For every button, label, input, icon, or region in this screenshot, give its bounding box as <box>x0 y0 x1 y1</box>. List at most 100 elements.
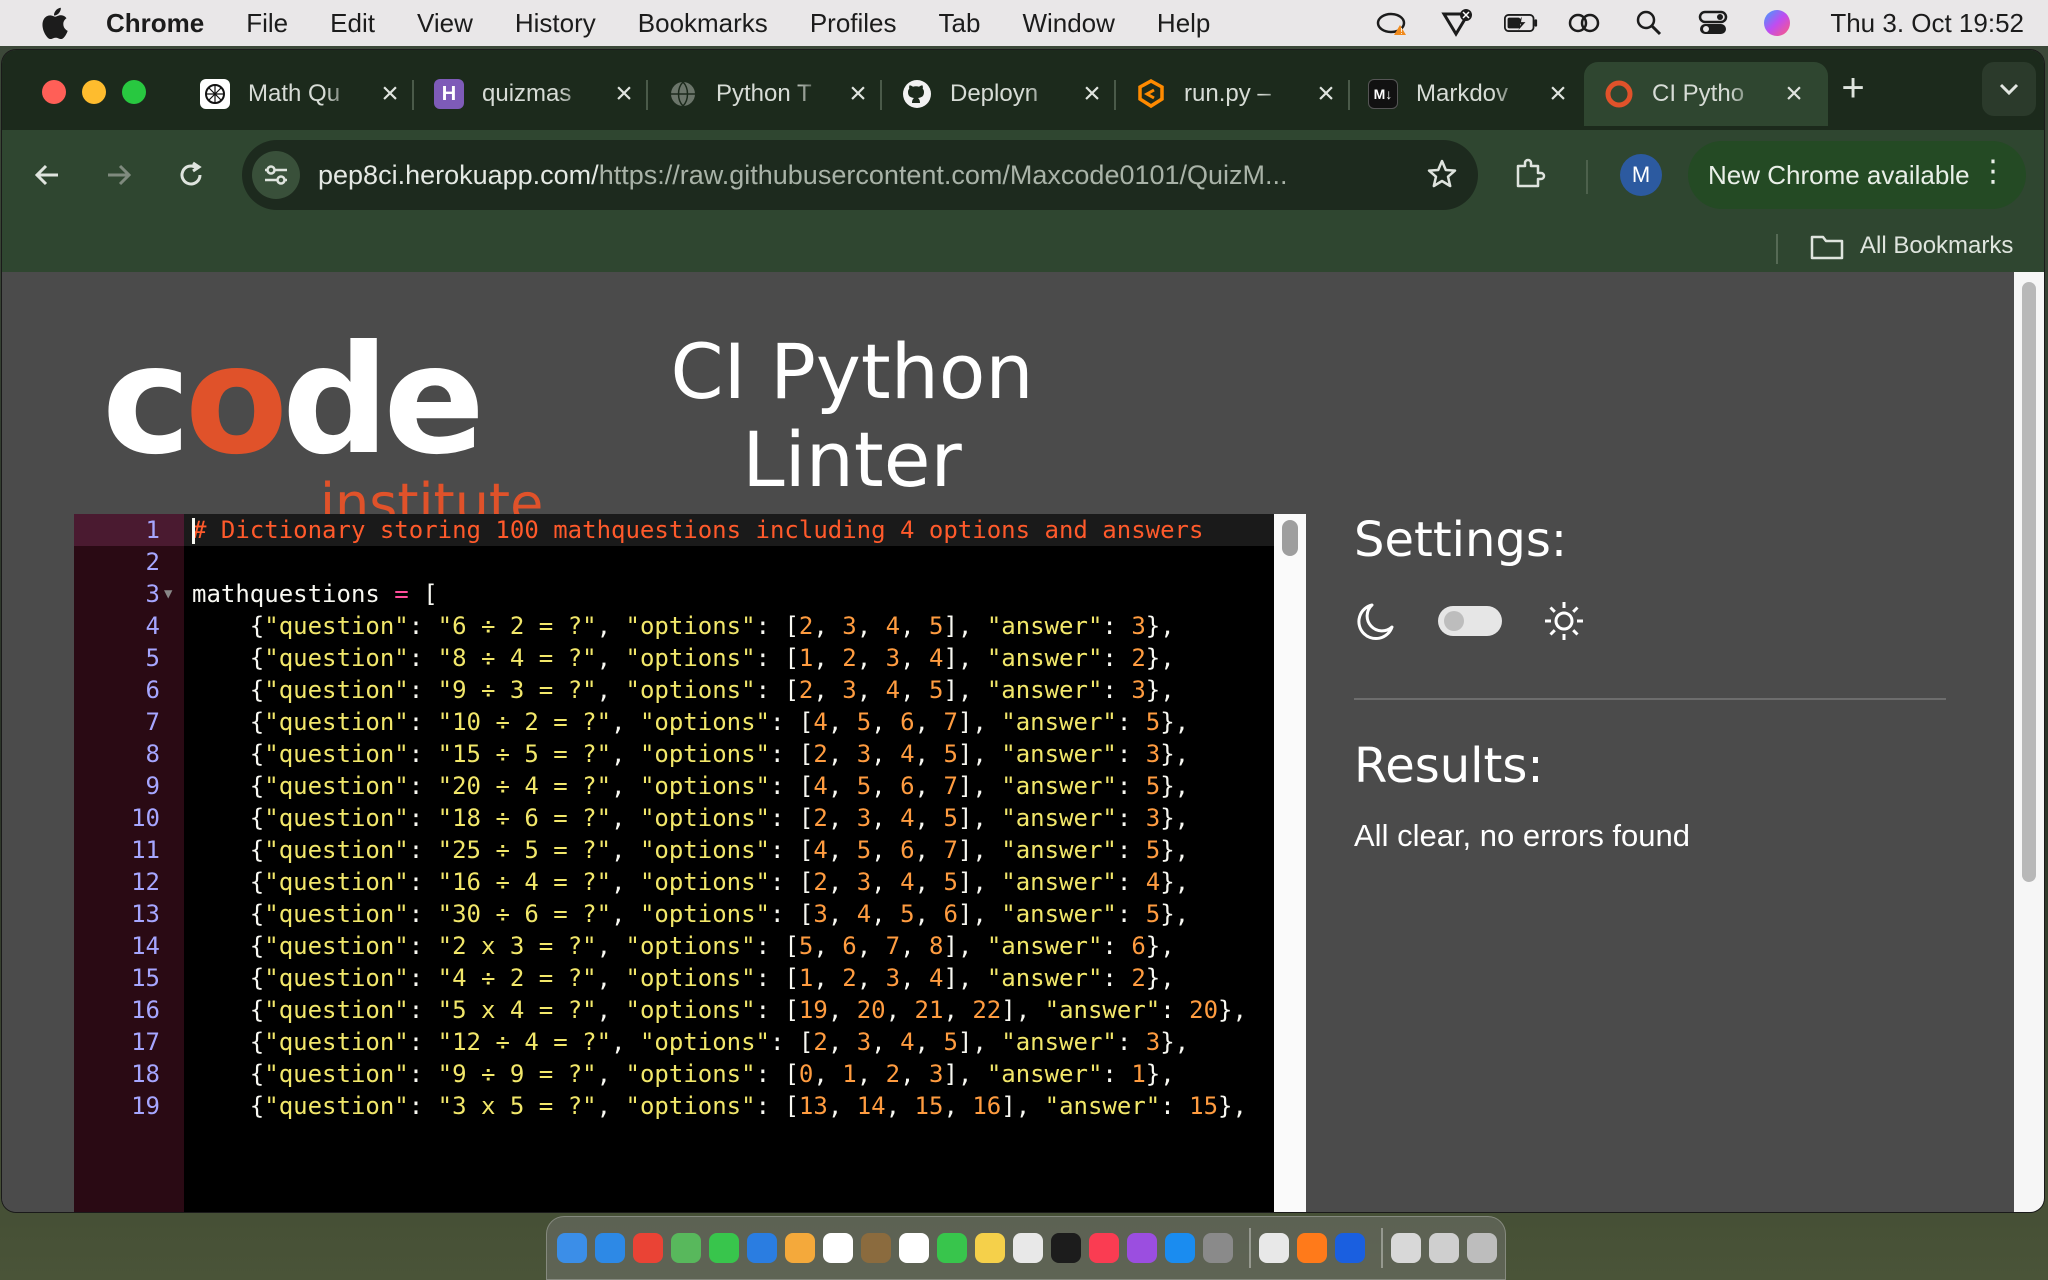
code-line[interactable]: 12 {"question": "16 ÷ 4 = ?", "options":… <box>74 866 1274 898</box>
code-line[interactable]: 3 ▼ mathquestions = [ <box>74 578 1274 610</box>
more-menu-icon[interactable]: ⋮ <box>1978 157 2008 187</box>
menu-history[interactable]: History <box>515 8 596 39</box>
tab-run-py[interactable]: run.py – × <box>1136 62 1340 126</box>
code-line[interactable]: 5 {"question": "8 ÷ 4 = ?", "options": [… <box>74 642 1274 674</box>
close-tab-icon[interactable]: × <box>1780 77 1808 111</box>
code-line[interactable]: 8 {"question": "15 ÷ 5 = ?", "options": … <box>74 738 1274 770</box>
safari-icon[interactable] <box>595 1233 625 1263</box>
menu-file[interactable]: File <box>246 8 288 39</box>
menu-bookmarks[interactable]: Bookmarks <box>638 8 768 39</box>
reminders-icon[interactable] <box>899 1233 929 1263</box>
trash-icon[interactable] <box>1467 1233 1497 1263</box>
close-tab-icon[interactable]: × <box>844 77 872 111</box>
close-tab-icon[interactable]: × <box>376 77 404 111</box>
firefox-icon[interactable] <box>1335 1233 1365 1263</box>
code-line[interactable]: 19 {"question": "3 x 5 = ?", "options": … <box>74 1090 1274 1122</box>
screenshots-icon[interactable] <box>1429 1233 1459 1263</box>
code-line[interactable]: 2 <box>74 546 1274 578</box>
profile-avatar[interactable]: M <box>1620 154 1662 196</box>
apple-icon[interactable] <box>40 7 76 39</box>
site-info-icon[interactable] <box>252 151 300 199</box>
editor-scroll-thumb[interactable] <box>1282 520 1298 556</box>
tab-python-tutorial[interactable]: Python T × <box>668 62 872 126</box>
podcasts-icon[interactable] <box>1127 1233 1157 1263</box>
menu-view[interactable]: View <box>417 8 473 39</box>
close-window-button[interactable] <box>42 80 66 104</box>
close-tab-icon[interactable]: × <box>1544 77 1572 111</box>
forward-button[interactable] <box>98 154 140 196</box>
code-line[interactable]: 1 # Dictionary storing 100 mathquestions … <box>74 514 1274 546</box>
app-store-icon[interactable] <box>1165 1233 1195 1263</box>
extensions-icon[interactable] <box>1512 156 1548 197</box>
music-icon[interactable] <box>1089 1233 1119 1263</box>
battery-icon[interactable] <box>1504 8 1538 38</box>
menubar-clock[interactable]: Thu 3. Oct 19:52 <box>1830 8 2024 39</box>
tab-markdown[interactable]: M↓ Markdov × <box>1368 62 1572 126</box>
sublime-icon[interactable] <box>1297 1233 1327 1263</box>
mail-icon[interactable] <box>747 1233 777 1263</box>
dark-mode-toggle[interactable] <box>1438 606 1502 636</box>
screen-mirroring-icon[interactable] <box>1568 8 1602 38</box>
calendar-icon[interactable] <box>823 1233 853 1263</box>
system-settings-icon[interactable] <box>1203 1233 1233 1263</box>
freeform-icon[interactable] <box>1013 1233 1043 1263</box>
update-chrome-button[interactable]: New Chrome available ⋮ <box>1688 141 2026 209</box>
back-button[interactable] <box>26 154 68 196</box>
menu-profiles[interactable]: Profiles <box>810 8 897 39</box>
code-line[interactable]: 10 {"question": "18 ÷ 6 = ?", "options":… <box>74 802 1274 834</box>
tab-math-quiz[interactable]: Math Qu × <box>200 62 404 126</box>
tab-deployment[interactable]: Deployn × <box>902 62 1106 126</box>
minimize-window-button[interactable] <box>82 80 106 104</box>
photos-icon[interactable] <box>785 1233 815 1263</box>
tab-search-button[interactable] <box>1982 62 2036 116</box>
code-line[interactable]: 6 {"question": "9 ÷ 3 = ?", "options": [… <box>74 674 1274 706</box>
new-tab-button[interactable]: + <box>1828 66 1878 111</box>
reload-button[interactable] <box>170 154 212 196</box>
chrome-icon[interactable] <box>633 1233 663 1263</box>
creative-cloud-icon[interactable]: ! <box>1376 8 1410 38</box>
editor-scrollbar[interactable] <box>1274 514 1306 1212</box>
vpn-icon[interactable] <box>1440 8 1474 38</box>
menu-app-name[interactable]: Chrome <box>106 8 204 39</box>
code-line[interactable]: 15 {"question": "4 ÷ 2 = ?", "options": … <box>74 962 1274 994</box>
close-tab-icon[interactable]: × <box>1078 77 1106 111</box>
address-bar[interactable]: pep8ci.herokuapp.com/https://raw.githubu… <box>242 140 1478 210</box>
code-line[interactable]: 11 {"question": "25 ÷ 5 = ?", "options":… <box>74 834 1274 866</box>
notes-icon[interactable] <box>975 1233 1005 1263</box>
maps-icon[interactable] <box>671 1233 701 1263</box>
tv-icon[interactable] <box>1051 1233 1081 1263</box>
code-line[interactable]: 17 {"question": "12 ÷ 4 = ?", "options":… <box>74 1026 1274 1058</box>
page-scroll-thumb[interactable] <box>2022 282 2036 882</box>
fold-arrow-icon[interactable]: ▼ <box>164 578 172 610</box>
bookmark-star-icon[interactable] <box>1426 158 1458 195</box>
code-line[interactable]: 7 {"question": "10 ÷ 2 = ?", "options": … <box>74 706 1274 738</box>
code-line[interactable]: 18 {"question": "9 ÷ 9 = ?", "options": … <box>74 1058 1274 1090</box>
zoom-window-button[interactable] <box>122 80 146 104</box>
messages-icon[interactable] <box>709 1233 739 1263</box>
close-tab-icon[interactable]: × <box>610 77 638 111</box>
menu-tab[interactable]: Tab <box>939 8 981 39</box>
all-bookmarks-button[interactable]: All Bookmarks <box>1810 228 2013 264</box>
moon-icon[interactable] <box>1354 599 1398 643</box>
code-editor[interactable]: 1 # Dictionary storing 100 mathquestions … <box>74 514 1306 1212</box>
siri-icon[interactable] <box>1760 8 1794 38</box>
code-line[interactable]: 4 {"question": "6 ÷ 2 = ?", "options": [… <box>74 610 1274 642</box>
url-text[interactable]: pep8ci.herokuapp.com/https://raw.githubu… <box>318 160 1398 191</box>
code-line[interactable]: 9 {"question": "20 ÷ 4 = ?", "options": … <box>74 770 1274 802</box>
notes-app-icon[interactable] <box>861 1233 891 1263</box>
page-scrollbar[interactable] <box>2014 272 2044 1212</box>
control-center-icon[interactable] <box>1696 8 1730 38</box>
menu-window[interactable]: Window <box>1022 8 1114 39</box>
menu-edit[interactable]: Edit <box>330 8 375 39</box>
facetime-icon[interactable] <box>937 1233 967 1263</box>
code-line[interactable]: 14 {"question": "2 x 3 = ?", "options": … <box>74 930 1274 962</box>
tab-ci-python-linter[interactable]: CI Pytho × <box>1584 62 1828 126</box>
tab-quizmaster[interactable]: H quizmas × <box>434 62 638 126</box>
code-line[interactable]: 16 {"question": "5 x 4 = ?", "options": … <box>74 994 1274 1026</box>
code-line[interactable]: 13 {"question": "30 ÷ 6 = ?", "options":… <box>74 898 1274 930</box>
slack-icon[interactable] <box>1259 1233 1289 1263</box>
finder-icon[interactable] <box>557 1233 587 1263</box>
menu-help[interactable]: Help <box>1157 8 1210 39</box>
documents-icon[interactable] <box>1391 1233 1421 1263</box>
close-tab-icon[interactable]: × <box>1312 77 1340 111</box>
